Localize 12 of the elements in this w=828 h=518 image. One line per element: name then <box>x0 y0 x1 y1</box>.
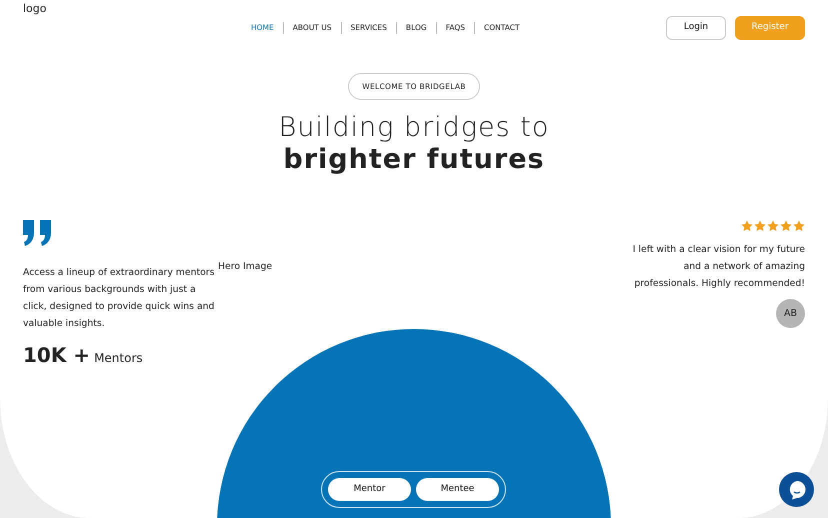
stat-value: 10K + <box>23 342 90 370</box>
headline: Building bridges to <box>278 112 550 144</box>
testimonial-text: I left with a clear vision for my future and a network of amazing professionals. Highly recommended! <box>632 243 805 292</box>
role-button[interactable]: Mentee <box>416 478 499 501</box>
logo-text: logo <box>23 1 46 17</box>
role-button[interactable]: Mentor <box>328 478 411 501</box>
image-alt-text: Hero Image <box>218 260 272 274</box>
stat-label: Mentors <box>94 350 143 368</box>
intro-paragraph: Access a lineup of extraordinary mentors from various backgrounds with just a click, designed to provide quick wins and valuable insights. <box>23 266 216 332</box>
headline: brighter futures <box>283 144 545 176</box>
avatar-initials: AB <box>776 299 805 328</box>
login-button[interactable]: Login <box>666 16 726 40</box>
